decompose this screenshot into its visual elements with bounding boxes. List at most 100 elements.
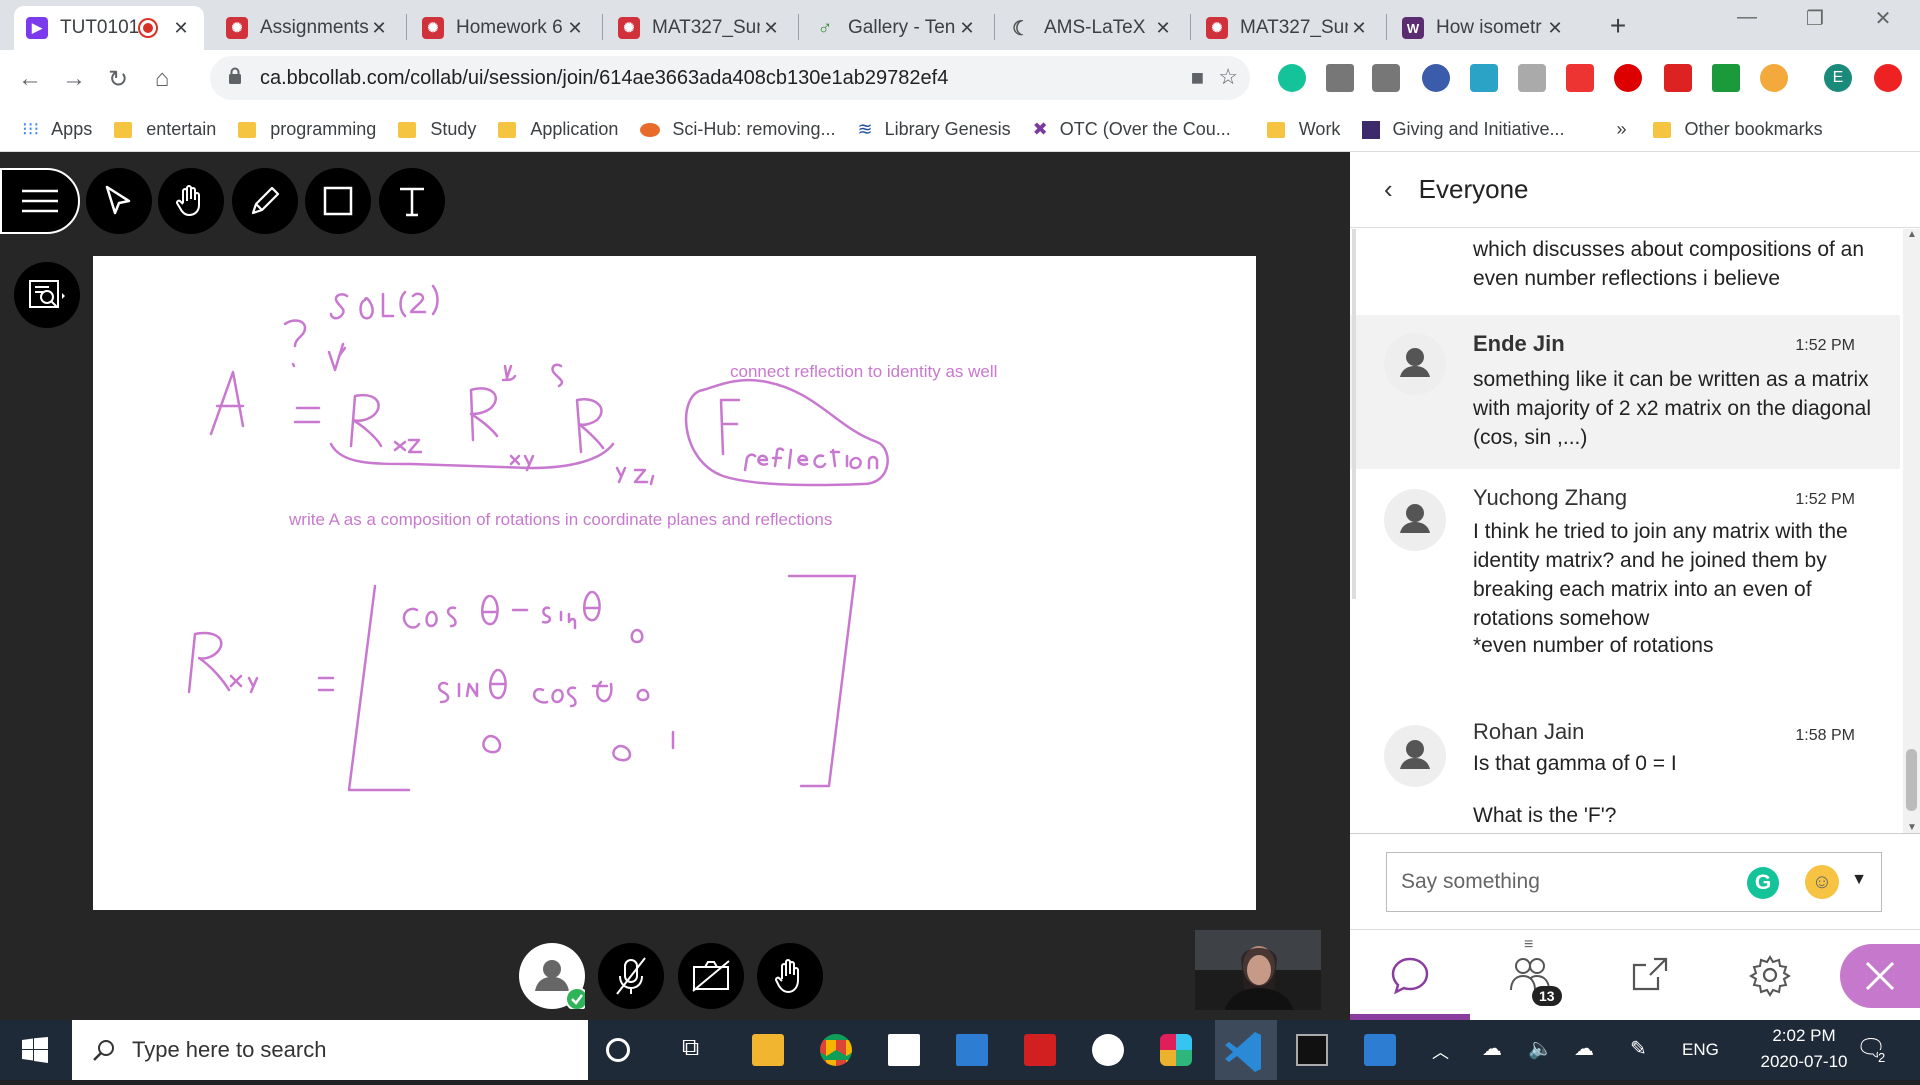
shape-tool-button[interactable] — [305, 168, 371, 234]
bookmark-giving[interactable]: Giving and Initiative... — [1362, 119, 1565, 140]
session-menu-button[interactable] — [0, 168, 80, 234]
pen-tool-button[interactable] — [232, 168, 298, 234]
whiteboard-canvas[interactable]: connect reflection to identity as well w… — [93, 256, 1256, 910]
pocket-icon[interactable] — [1566, 64, 1594, 92]
clock-time[interactable]: 2:02 PM — [1754, 1026, 1854, 1046]
attendees-tab[interactable]: ≡ 13 — [1470, 930, 1590, 1020]
chat-scrollbar[interactable]: ▲ ▼ — [1903, 229, 1920, 833]
bookmark-programming[interactable]: programming — [238, 119, 376, 140]
volume-icon[interactable]: 🔈 — [1528, 1036, 1553, 1061]
select-tool-button[interactable] — [86, 168, 152, 234]
tab-homework[interactable]: ✺ Homework 6 ✕ — [410, 6, 598, 50]
calendar-icon[interactable] — [1364, 1034, 1396, 1066]
grammarly-icon[interactable] — [1278, 64, 1306, 92]
close-tab-icon[interactable]: ✕ — [1348, 18, 1370, 39]
terminal-icon[interactable] — [1296, 1034, 1328, 1066]
tab-gallery[interactable]: ♂ Gallery - Ten ✕ — [802, 6, 990, 50]
cloud-sync-icon[interactable]: ☁ — [1574, 1036, 1594, 1061]
bookmark-entertain[interactable]: entertain — [114, 119, 216, 140]
back-chevron-icon[interactable]: ‹ — [1384, 174, 1393, 205]
update-icon[interactable] — [1874, 64, 1902, 92]
bookmark-application[interactable]: Application — [498, 119, 618, 140]
forward-icon[interactable]: → — [52, 65, 96, 93]
text-tool-button[interactable] — [379, 168, 445, 234]
close-window-button[interactable]: ✕ — [1863, 6, 1903, 31]
task-view-icon[interactable]: ⧉ — [682, 1034, 714, 1066]
new-tab-button[interactable]: + — [1598, 10, 1638, 42]
pan-tool-button[interactable] — [158, 168, 224, 234]
settings-tab[interactable] — [1710, 930, 1830, 1020]
extension-icon[interactable] — [1372, 64, 1400, 92]
back-icon[interactable]: ← — [8, 65, 52, 93]
adblock-icon[interactable] — [1614, 64, 1642, 92]
message-author: Yuchong Zhang — [1473, 485, 1628, 510]
raise-hand-button[interactable] — [757, 943, 823, 1009]
extension-icon[interactable] — [1760, 64, 1788, 92]
chat-tab[interactable] — [1350, 930, 1470, 1020]
onedrive-icon[interactable]: ☁ — [1482, 1036, 1502, 1061]
store-icon[interactable] — [888, 1034, 920, 1066]
language-indicator[interactable]: ENG — [1682, 1040, 1719, 1060]
bookmark-work[interactable]: Work — [1266, 119, 1340, 140]
close-panel-button[interactable] — [1840, 944, 1920, 1008]
close-tab-icon[interactable]: ✕ — [170, 18, 192, 39]
share-content-button[interactable] — [14, 262, 80, 328]
clock-date[interactable]: 2020-07-10 — [1736, 1052, 1872, 1072]
check-extension-icon[interactable] — [1712, 64, 1740, 92]
pen-workspace-icon[interactable]: ✎ — [1630, 1036, 1647, 1061]
bookmarks-overflow[interactable]: » — [1617, 119, 1627, 140]
restore-button[interactable]: ❐ — [1795, 6, 1835, 31]
mail-icon[interactable] — [956, 1034, 988, 1066]
bookmark-scihub[interactable]: Sci-Hub: removing... — [640, 119, 835, 140]
emoji-icon[interactable]: ☺ — [1805, 865, 1839, 899]
my-status-button[interactable] — [519, 943, 585, 1009]
tab-how-isometry[interactable]: W How isometr ✕ — [1390, 6, 1578, 50]
address-bar[interactable]: ca.bbcollab.com/collab/ui/session/join/6… — [210, 56, 1250, 100]
microphone-button[interactable] — [598, 943, 664, 1009]
slack-icon[interactable] — [1160, 1034, 1192, 1066]
close-tab-icon[interactable]: ✕ — [956, 18, 978, 39]
share-tab[interactable] — [1590, 930, 1710, 1020]
close-tab-icon[interactable]: ✕ — [1544, 18, 1566, 39]
reload-icon[interactable]: ↻ — [96, 65, 140, 94]
camera-icon[interactable]: ■ — [1191, 65, 1204, 91]
chat-input[interactable]: Say something G ☺ ▼ — [1386, 852, 1882, 912]
drive-icon[interactable] — [1326, 64, 1354, 92]
close-tab-icon[interactable]: ✕ — [1152, 18, 1174, 39]
tab-tut0101[interactable]: ▶ TUT0101 ✕ — [14, 6, 204, 50]
bookmark-star-icon[interactable]: ☆ — [1218, 64, 1238, 90]
close-tab-icon[interactable]: ✕ — [760, 18, 782, 39]
extension-icon[interactable] — [1470, 64, 1498, 92]
scroll-thumb[interactable] — [1906, 749, 1917, 811]
off-extension-icon[interactable] — [1664, 64, 1692, 92]
minimize-button[interactable]: — — [1727, 6, 1767, 29]
profile-avatar[interactable]: E — [1824, 64, 1852, 92]
xbox-icon[interactable] — [1092, 1034, 1124, 1066]
cortana-icon[interactable] — [606, 1038, 630, 1062]
file-explorer-icon[interactable] — [752, 1034, 784, 1066]
extension-icon[interactable] — [1518, 64, 1546, 92]
grammarly-icon[interactable]: G — [1747, 867, 1779, 899]
windows-start-icon[interactable] — [22, 1037, 48, 1063]
bookmark-otc[interactable]: ✖ OTC (Over the Cou... — [1033, 119, 1231, 140]
tab-mat327[interactable]: ✺ MAT327_Sum✕ — [606, 6, 794, 50]
close-tab-icon[interactable]: ✕ — [368, 18, 390, 39]
emoji-dropdown-icon[interactable]: ▼ — [1851, 871, 1867, 889]
zoom-icon[interactable] — [1422, 64, 1450, 92]
acrobat-icon[interactable] — [1024, 1034, 1056, 1066]
bookmark-apps[interactable]: ⁝⁝⁝ Apps — [22, 119, 92, 140]
tray-expand-icon[interactable]: ︿ — [1432, 1038, 1449, 1063]
bookmark-libgen[interactable]: ≋ Library Genesis — [857, 119, 1010, 140]
tab-assignments[interactable]: ✺ Assignments ✕ — [214, 6, 402, 50]
bookmark-study[interactable]: Study — [398, 119, 476, 140]
bookmark-other[interactable]: Other bookmarks — [1652, 119, 1823, 140]
taskbar-search[interactable]: Type here to search — [72, 1020, 588, 1080]
close-tab-icon[interactable]: ✕ — [564, 18, 586, 39]
presenter-video[interactable] — [1195, 930, 1321, 1010]
home-icon[interactable]: ⌂ — [140, 65, 184, 93]
chrome-icon[interactable] — [820, 1034, 852, 1066]
vscode-taskbar-slot[interactable] — [1215, 1020, 1277, 1080]
tab-mat327-2[interactable]: ✺ MAT327_Sum✕ — [1194, 6, 1382, 50]
camera-button[interactable] — [678, 943, 744, 1009]
tab-ams-latex[interactable]: ☾ AMS-LaTeX ✕ — [998, 6, 1186, 50]
